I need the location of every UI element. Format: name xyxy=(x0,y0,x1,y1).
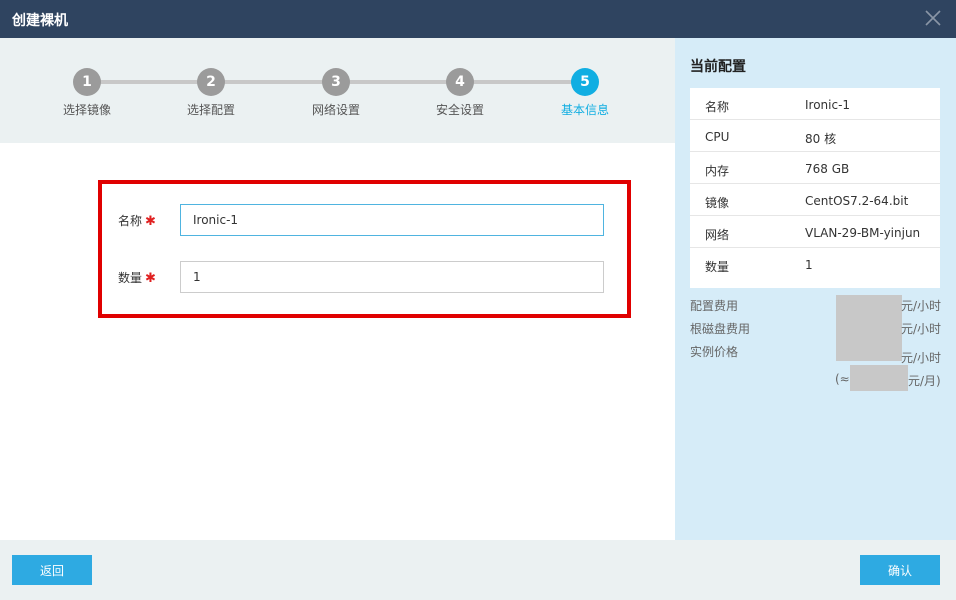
name-input[interactable] xyxy=(180,204,604,236)
step-label: 安全设置 xyxy=(435,103,484,117)
step-label: 基本信息 xyxy=(560,103,609,117)
dialog-footer: 返回 确认 xyxy=(0,540,956,600)
dialog-title: 创建裸机 xyxy=(12,13,68,29)
basic-info-form: 名称✱ 数量✱ xyxy=(98,180,631,318)
close-icon[interactable] xyxy=(924,9,942,27)
step-4[interactable]: 4 安全设置 xyxy=(410,68,510,118)
step-number: 3 xyxy=(322,68,350,96)
quantity-input[interactable] xyxy=(180,261,604,293)
step-5[interactable]: 5 基本信息 xyxy=(535,68,635,118)
step-number: 4 xyxy=(446,68,474,96)
disk-fee-label: 根磁盘费用 xyxy=(690,322,751,336)
summary-row: 名称 Ironic-1 xyxy=(690,88,940,120)
monthly-price-unit: 元/月) xyxy=(908,374,941,388)
summary-row: 数量 1 xyxy=(705,258,813,274)
step-number: 1 xyxy=(73,68,101,96)
summary-card: 名称 Ironic-1 CPU 80 核 内存 768 GB 镜像 CentOS7.2-… xyxy=(690,88,940,288)
wizard-stepper: 1 选择镜像 2 选择配置 3 网络设置 4 安全设置 5 基本信息 xyxy=(0,38,675,143)
required-asterisk: ✱ xyxy=(145,214,156,229)
summary-panel: 当前配置 名称 Ironic-1 CPU 80 核 内存 768 GB 镜像 CentO… xyxy=(675,38,956,540)
quantity-label: 数量 ✱ xyxy=(118,271,156,286)
disk-fee-unit: 元/小时 xyxy=(901,322,942,336)
step-2[interactable]: 2 选择配置 xyxy=(161,68,261,118)
redacted-monthly-price xyxy=(850,365,908,391)
config-fee-unit: 元/小时 xyxy=(901,299,942,313)
required-asterisk: ✱ xyxy=(145,271,156,286)
summary-row: 网络 VLAN-29-BM-yinjun xyxy=(690,216,940,248)
back-button[interactable]: 返回 xyxy=(12,555,92,585)
summary-row: 内存 768 GB xyxy=(690,152,940,184)
dialog-titlebar: 创建裸机 xyxy=(0,0,956,38)
name-label: 名称 ✱ xyxy=(118,214,156,229)
step-1[interactable]: 1 选择镜像 xyxy=(37,68,137,118)
step-number: 5 xyxy=(571,68,599,96)
step-label: 选择配置 xyxy=(186,103,235,117)
name-row: 名称 ✱ xyxy=(118,204,618,236)
redacted-price-block xyxy=(836,295,902,361)
instance-price-unit: 元/小时 xyxy=(901,351,942,365)
monthly-approx-prefix: (≈ xyxy=(835,372,850,386)
step-3[interactable]: 3 网络设置 xyxy=(286,68,386,118)
step-number: 2 xyxy=(197,68,225,96)
step-label: 选择镜像 xyxy=(62,103,111,117)
quantity-row: 数量 ✱ xyxy=(118,261,618,293)
config-fee-label: 配置费用 xyxy=(690,299,739,313)
summary-title: 当前配置 xyxy=(690,59,746,75)
summary-row: 镜像 CentOS7.2-64.bit xyxy=(690,184,940,216)
summary-row: CPU 80 核 xyxy=(690,120,940,152)
confirm-button[interactable]: 确认 xyxy=(860,555,940,585)
step-label: 网络设置 xyxy=(311,103,360,117)
instance-price-label: 实例价格 xyxy=(690,345,739,359)
main-panel: 1 选择镜像 2 选择配置 3 网络设置 4 安全设置 5 基本信息 名称✱ 数… xyxy=(0,38,675,540)
